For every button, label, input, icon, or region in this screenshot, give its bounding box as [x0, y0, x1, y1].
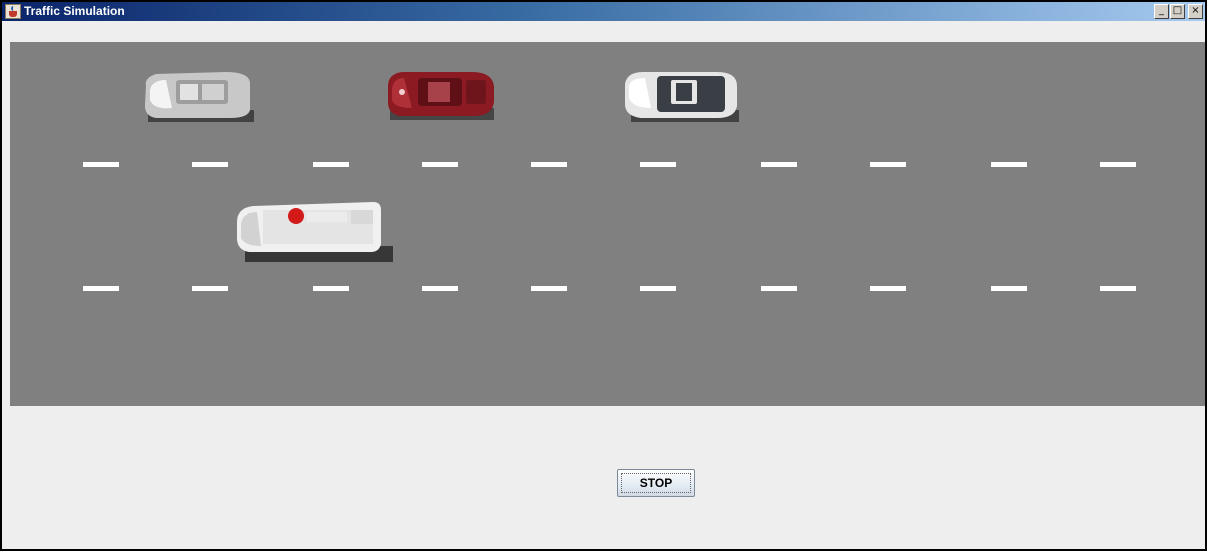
- lane-marking: [870, 286, 906, 291]
- lane-marking: [1100, 286, 1136, 291]
- lane-marking: [991, 162, 1027, 167]
- lane-marking: [870, 162, 906, 167]
- lane-marking: [313, 162, 349, 167]
- lane-marking: [1100, 162, 1136, 167]
- white-car: [625, 72, 739, 122]
- lane-marking: [83, 286, 119, 291]
- lane-marking: [313, 286, 349, 291]
- maximize-icon: □: [1172, 5, 1183, 16]
- maximize-button[interactable]: □: [1170, 4, 1185, 19]
- lane-marking: [422, 286, 458, 291]
- lane-marking: [761, 286, 797, 291]
- lane-marking: [422, 162, 458, 167]
- stop-button[interactable]: STOP: [617, 469, 695, 497]
- lane-marking: [531, 286, 567, 291]
- stop-button-label: STOP: [621, 473, 691, 493]
- lane-marking: [83, 162, 119, 167]
- lane-marking: [761, 162, 797, 167]
- control-panel: [10, 406, 1205, 549]
- ambulance: [237, 202, 393, 262]
- red-car: [388, 72, 494, 120]
- lane-marking: [640, 162, 676, 167]
- minimize-icon: _: [1159, 5, 1164, 16]
- lane-marking: [192, 286, 228, 291]
- lane-marking: [531, 162, 567, 167]
- close-button[interactable]: ×: [1188, 4, 1203, 19]
- silver-car: [144, 72, 254, 122]
- title-bar[interactable]: Traffic Simulation _ □ ×: [2, 2, 1205, 21]
- window-title: Traffic Simulation: [24, 4, 125, 18]
- lane-marking: [991, 286, 1027, 291]
- minimize-button[interactable]: _: [1154, 4, 1169, 19]
- java-cup-icon: [5, 4, 21, 19]
- close-icon: ×: [1191, 5, 1200, 16]
- lane-marking: [192, 162, 228, 167]
- lane-marking: [640, 286, 676, 291]
- road-canvas: [10, 42, 1205, 406]
